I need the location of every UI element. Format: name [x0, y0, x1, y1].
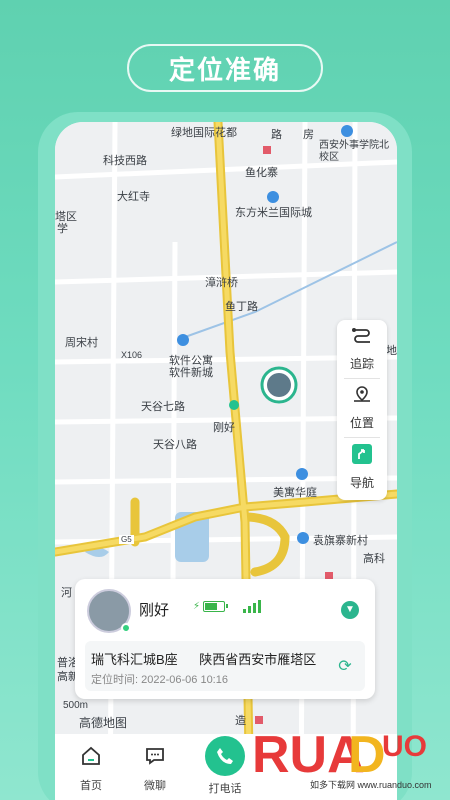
map-label: 西安外事学院北校区 — [319, 140, 389, 163]
map-label: G5 — [119, 535, 134, 544]
tab-chat-label: 微聊 — [144, 780, 166, 792]
svg-text:UO: UO — [382, 730, 427, 763]
map-scale: 500m — [63, 700, 89, 711]
chevron-down-icon[interactable]: ▼ — [341, 601, 359, 619]
map-label: 路 — [271, 129, 282, 141]
map-label: 漳浒桥 — [205, 277, 238, 289]
location-button[interactable]: 位置 — [337, 379, 387, 437]
navigate-button[interactable]: 导航 — [337, 438, 387, 496]
navigation-icon — [351, 443, 373, 470]
device-address: 瑞飞科汇城B座 陕西省西安市雁塔区 — [91, 649, 331, 668]
map-label: 天谷七路 — [141, 401, 185, 413]
online-status-dot — [121, 623, 131, 633]
track-label: 追踪 — [349, 357, 374, 371]
charging-icon: ⚡ — [193, 601, 201, 612]
address-building: 瑞飞科汇城B座 — [91, 652, 178, 667]
map-label: 大红寺 — [117, 191, 150, 203]
map-label: 袁旗寨新村 — [313, 535, 368, 547]
battery-fill — [205, 603, 218, 610]
navigate-label: 导航 — [349, 476, 374, 490]
page-banner: 定位准确 — [127, 44, 323, 92]
signal-bar — [258, 600, 261, 613]
svg-text:D: D — [348, 726, 386, 778]
map-label: 科技西路 — [103, 155, 147, 167]
watermark-subtext: 如多下载网 www.ruanduo.com — [310, 780, 432, 790]
map-label: 绿地国际花都 — [171, 127, 237, 139]
location-time-label: 定位时间: — [91, 674, 139, 686]
battery-indicator: ⚡ — [193, 601, 229, 612]
phone-icon — [205, 736, 245, 776]
home-icon — [79, 744, 103, 773]
device-info-card[interactable]: 刚好 ⚡ ▼ 瑞飞科汇城B座 陕西省西安市雁塔区 定位时间: 2022-06-0… — [75, 579, 375, 699]
map-label: 东方米兰国际城 — [235, 207, 312, 219]
map-label: 高科 — [363, 553, 385, 565]
address-region: 陕西省西安市雁塔区 — [199, 652, 317, 667]
signal-bar — [253, 603, 256, 613]
location-label: 位置 — [349, 416, 374, 430]
battery-icon — [203, 601, 229, 612]
tab-call-label: 打电话 — [208, 783, 242, 795]
map-label: 刚好 — [213, 422, 235, 434]
chat-icon — [143, 744, 167, 773]
tab-home-label: 首页 — [80, 780, 102, 792]
map-label: 软件新城 — [169, 367, 213, 379]
map-label: 造 — [235, 715, 246, 727]
signal-icon — [243, 600, 261, 613]
site-watermark-logo: RUA D UO 如多下载网 www.ruanduo.com — [248, 716, 448, 800]
map-pin-icon — [351, 385, 373, 410]
map-label: 天谷八路 — [153, 439, 197, 451]
map-label: X106 — [121, 350, 143, 360]
route-icon — [351, 326, 373, 351]
phone-screen: 绿地国际花都 科技西路 鱼化寨 西安外事学院北校区 大红寺 东方米兰国际城 漳浒… — [55, 122, 397, 800]
map-label: 鱼化寨 — [245, 167, 278, 179]
map-label: 房 — [303, 129, 314, 141]
signal-bar — [243, 609, 246, 613]
track-button[interactable]: 追踪 — [337, 320, 387, 378]
address-box: 瑞飞科汇城B座 陕西省西安市雁塔区 定位时间: 2022-06-06 10:16… — [85, 641, 365, 691]
map-label: 学 — [57, 223, 68, 235]
tab-chat[interactable]: 微聊 — [125, 744, 185, 793]
map-side-panel: 追踪 位置 导航 — [337, 320, 387, 500]
location-time: 定位时间: 2022-06-06 10:16 — [91, 671, 228, 687]
signal-bar — [248, 606, 251, 613]
tab-home[interactable]: 首页 — [61, 744, 121, 793]
map-label: 鱼丁路 — [225, 301, 258, 313]
refresh-icon[interactable]: ⟳ — [335, 657, 355, 677]
location-time-value: 2022-06-06 10:16 — [141, 674, 228, 686]
map-label: 河 — [61, 587, 72, 599]
tab-call[interactable]: 打电话 — [195, 736, 255, 796]
device-name: 刚好 — [139, 602, 170, 619]
map-label: 周宋村 — [65, 337, 98, 349]
map-label: 美寓华庭 — [273, 487, 317, 499]
map-logo: 高德地图 — [79, 716, 128, 730]
